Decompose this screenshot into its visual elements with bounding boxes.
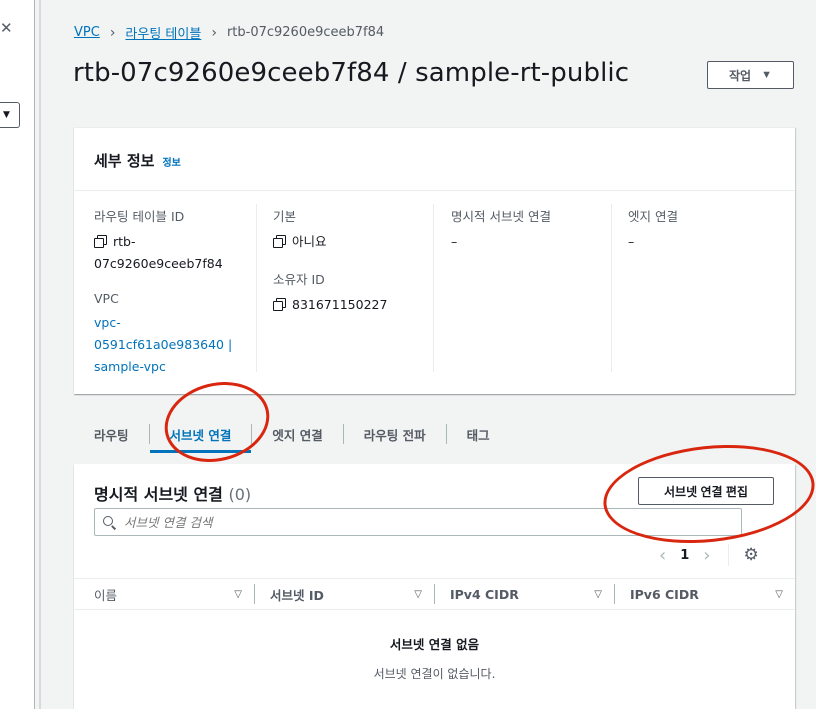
column-header-ipv4-cidr[interactable]: IPv4 CIDR ▽ — [434, 578, 614, 610]
details-heading: 세부 정보 — [94, 152, 155, 170]
details-panel: 세부 정보 정보 라우팅 테이블 ID rtb- 07c9260e9ceeb7f… — [74, 127, 795, 394]
chevron-right-icon: › — [211, 24, 217, 41]
main-value: 아니요 — [273, 231, 423, 253]
settings-gear-icon[interactable]: ⚙ — [743, 545, 758, 565]
edge-association-value: – — [628, 234, 635, 249]
column-header-label: IPv4 CIDR — [450, 586, 519, 602]
page: ✕ ▼ VPC › 라우팅 테이블 › rtb-07c9260e9ceeb7f8… — [0, 0, 816, 709]
details-header: 세부 정보 정보 — [74, 128, 795, 191]
breadcrumb-current: rtb-07c9260e9ceeb7f84 — [226, 25, 385, 40]
sort-icon[interactable]: ▽ — [234, 589, 242, 600]
copy-icon[interactable] — [94, 235, 107, 248]
edge-association-label: 엣지 연결 — [628, 209, 678, 224]
subnet-associations-title: 명시적 서브넷 연결 (0) — [94, 481, 251, 505]
actions-label: 작업 — [729, 68, 752, 83]
previous-page-icon[interactable]: ‹ — [659, 545, 666, 566]
vpc-link[interactable]: vpc- 0591cf61a0e983640 | sample-vpc — [94, 312, 254, 378]
column-header-name[interactable]: 이름 ▽ — [74, 578, 254, 610]
column-header-ipv6-cidr[interactable]: IPv6 CIDR ▽ — [614, 578, 795, 610]
empty-state-title: 서브넷 연결 없음 — [389, 637, 480, 652]
breadcrumb-vpc[interactable]: VPC — [74, 25, 100, 40]
copy-icon[interactable] — [273, 298, 286, 311]
owner-value: 831671150227 — [273, 294, 423, 316]
next-page-icon[interactable]: › — [703, 545, 710, 566]
page-number[interactable]: 1 — [680, 548, 689, 563]
column-header-subnet-id[interactable]: 서브넷 ID ▽ — [254, 578, 434, 610]
chevron-down-icon: ▼ — [3, 110, 10, 120]
search-icon — [103, 515, 116, 529]
page-title: rtb-07c9260e9ceeb7f84 / sample-rt-public — [73, 58, 630, 88]
tab-tags[interactable]: 태그 — [447, 415, 510, 453]
caret-down-icon: ▼ — [761, 69, 772, 81]
breadcrumb: VPC › 라우팅 테이블 › rtb-07c9260e9ceeb7f84 — [74, 23, 385, 43]
column-header-label: IPv6 CIDR — [630, 586, 699, 602]
column-header-label: 서브넷 ID — [270, 587, 324, 603]
sort-icon[interactable]: ▽ — [775, 589, 783, 600]
table-header: 이름 ▽ 서브넷 ID ▽ IPv4 CIDR ▽ IPv6 CIDR ▽ — [74, 578, 795, 610]
details-col-3: 명시적 서브넷 연결 – — [451, 206, 601, 253]
owner-value-text: 831671150227 — [292, 297, 388, 312]
tab-routes[interactable]: 라우팅 — [74, 415, 149, 453]
vpc-link-line1: vpc- — [94, 315, 121, 330]
panel-divider — [39, 0, 41, 709]
empty-state-description: 서브넷 연결이 없습니다. — [373, 667, 496, 681]
main-value-text: 아니요 — [292, 234, 327, 249]
owner-label: 소유자 ID — [273, 272, 325, 287]
vpc-link-line2: 0591cf61a0e983640 | — [94, 337, 233, 352]
column-divider — [611, 204, 612, 372]
actions-button[interactable]: 작업 ▼ — [707, 61, 794, 89]
route-table-id-value: rtb- 07c9260e9ceeb7f84 — [94, 231, 254, 275]
info-link[interactable]: 정보 — [162, 154, 180, 169]
column-header-label: 이름 — [94, 587, 118, 603]
pagination: ‹ 1 › ⚙ — [659, 544, 759, 566]
tab-route-propagation[interactable]: 라우팅 전파 — [344, 415, 446, 453]
column-divider — [256, 204, 257, 372]
explicit-subnet-label: 명시적 서브넷 연결 — [451, 209, 551, 224]
details-col-4: 엣지 연결 – — [628, 206, 778, 253]
details-col-1: 라우팅 테이블 ID rtb- 07c9260e9ceeb7f84 VPC vp… — [94, 206, 254, 378]
explicit-subnet-value: – — [451, 234, 458, 249]
region-select[interactable]: ▼ — [0, 102, 20, 128]
route-table-id-line1: rtb- — [113, 234, 136, 249]
vpc-link-line3: sample-vpc — [94, 359, 166, 374]
sort-icon[interactable]: ▽ — [594, 589, 602, 600]
subnet-count: (0) — [228, 485, 252, 504]
column-divider — [433, 204, 434, 372]
breadcrumb-route-tables[interactable]: 라우팅 테이블 — [125, 23, 201, 42]
copy-icon[interactable] — [273, 235, 286, 248]
close-icon[interactable]: ✕ — [0, 19, 13, 37]
subnet-title-text: 명시적 서브넷 연결 — [94, 485, 223, 504]
pager-divider — [728, 544, 730, 566]
sort-icon[interactable]: ▽ — [414, 589, 422, 600]
details-col-2: 기본 아니요 소유자 ID 831671150227 — [273, 206, 423, 316]
vpc-label: VPC — [94, 291, 119, 306]
route-table-id-label: 라우팅 테이블 ID — [94, 209, 185, 224]
main-label: 기본 — [273, 209, 297, 224]
chevron-right-icon: › — [109, 24, 116, 41]
route-table-id-line2: 07c9260e9ceeb7f84 — [94, 256, 223, 271]
left-navigation-panel: ✕ ▼ — [0, 0, 41, 709]
